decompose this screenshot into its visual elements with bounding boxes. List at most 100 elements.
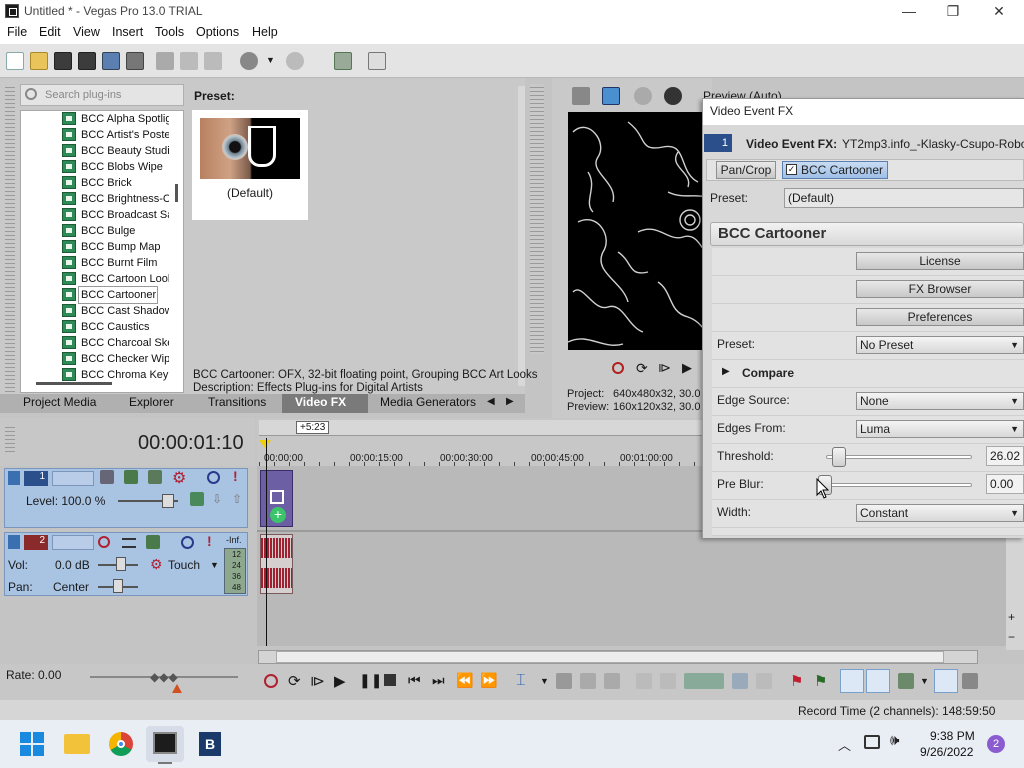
pause-button[interactable]: ❚❚ (359, 672, 382, 689)
plugin-item[interactable]: BCC Bulge (79, 223, 169, 239)
level-slider-thumb[interactable] (162, 494, 174, 508)
minimize-button[interactable]: — (886, 0, 932, 22)
pan-slider-thumb[interactable] (113, 579, 123, 593)
fx-enable-checkbox[interactable]: ✓ (786, 164, 797, 175)
automation-mode[interactable]: Touch (168, 558, 200, 572)
mute-icon[interactable] (207, 471, 220, 484)
menu-edit[interactable]: Edit (39, 25, 61, 39)
solo-icon[interactable]: ! (233, 468, 238, 484)
plugin-item[interactable]: BCC Caustics (79, 319, 169, 335)
plugin-item[interactable]: BCC Checker Wipe (79, 351, 169, 367)
license-button[interactable]: License (856, 252, 1024, 270)
plugin-item[interactable]: BCC Beauty Studio (79, 143, 169, 159)
redo-icon[interactable] (286, 52, 304, 70)
zoom-out-icon[interactable]: − (1008, 630, 1015, 644)
open-folder-icon[interactable] (30, 52, 48, 70)
tab-video-fx[interactable]: Video FX (295, 395, 346, 409)
whats-this-icon[interactable] (368, 52, 386, 70)
snap-icon[interactable] (962, 673, 978, 689)
arm-record-icon[interactable] (98, 536, 110, 548)
tab-project-media[interactable]: Project Media (23, 395, 96, 409)
tab-scroll-right-icon[interactable]: ▶ (506, 396, 514, 407)
plugin-item[interactable]: BCC Broadcast Sa (79, 207, 169, 223)
loop-marker-icon[interactable] (259, 440, 271, 448)
trim-start-end-icon[interactable] (684, 673, 724, 689)
tab-media-generators[interactable]: Media Generators (380, 395, 476, 409)
vfx-preset-select[interactable]: (Default) (784, 188, 1024, 208)
lock-envelopes-icon[interactable] (866, 669, 890, 693)
plugin-search-box[interactable]: Search plug-ins (20, 84, 184, 106)
plugin-item[interactable]: BCC Brightness-Co (79, 191, 169, 207)
previous-frame-button[interactable]: ⏪ (456, 672, 473, 689)
plugin-item[interactable]: BCC Cast Shadow (79, 303, 169, 319)
record-button[interactable] (264, 674, 278, 688)
go-to-start-button[interactable]: ⏮ (408, 672, 421, 689)
pre-blur-value[interactable]: 0.00 (986, 474, 1024, 494)
event-pan-crop-icon[interactable] (270, 490, 284, 504)
insert-marker-icon[interactable]: ⚑ (790, 672, 803, 690)
timeline-hscroll-thumb[interactable] (276, 651, 944, 663)
plugin-tree-scroll-thumb[interactable] (175, 184, 178, 202)
file-explorer-icon[interactable] (64, 734, 90, 754)
edit-tool-dropdown-icon[interactable]: ▼ (540, 676, 549, 686)
volume-icon[interactable]: 🕪 (890, 732, 899, 749)
paste-icon[interactable] (204, 52, 222, 70)
plugin-item[interactable]: BCC Cartooner (78, 286, 158, 304)
preview-properties-icon[interactable] (572, 87, 590, 105)
panel-grip[interactable] (5, 84, 15, 394)
volume-slider-thumb[interactable] (116, 557, 126, 571)
automation-dropdown-icon[interactable]: ▼ (210, 560, 219, 570)
stop-button[interactable] (384, 674, 396, 686)
enable-snapping-icon[interactable] (334, 52, 352, 70)
event-fx-icon[interactable]: + (270, 507, 286, 523)
split-icon[interactable] (732, 673, 748, 689)
delete-icon[interactable] (636, 673, 652, 689)
maximize-button[interactable]: ❐ (930, 0, 976, 22)
audio-track-name[interactable] (52, 535, 94, 550)
threshold-value[interactable]: 26.02 (986, 446, 1024, 466)
menu-help[interactable]: Help (252, 25, 278, 39)
plugin-item[interactable]: BCC Brick (79, 175, 169, 191)
menu-view[interactable]: View (73, 25, 100, 39)
plugin-item[interactable]: BCC Chroma Key (79, 367, 169, 383)
boris-fx-icon[interactable]: B (199, 732, 221, 756)
split-screen-icon[interactable] (664, 87, 682, 105)
automation-gear-icon[interactable]: ⚙ (150, 556, 163, 573)
event-grouping-icon[interactable] (934, 669, 958, 693)
save-as-icon[interactable] (78, 52, 96, 70)
audio-mute-icon[interactable] (181, 536, 194, 549)
vegas-taskbar-icon[interactable] (153, 732, 177, 754)
menu-tools[interactable]: Tools (155, 25, 184, 39)
preview-loop-icon[interactable]: ⟳ (636, 360, 648, 377)
parent-track-icon[interactable] (190, 492, 204, 506)
crossfade-icon[interactable] (898, 673, 914, 689)
timeline-grip[interactable] (5, 424, 15, 454)
inner-preset-select[interactable]: No Preset (856, 336, 1024, 354)
tab-explorer[interactable]: Explorer (129, 395, 174, 409)
zoom-tool-icon[interactable] (604, 673, 620, 689)
next-frame-button[interactable]: ⏩ (480, 672, 497, 689)
undo-icon[interactable] (240, 52, 258, 70)
audio-fx-icon[interactable] (146, 535, 160, 549)
menu-insert[interactable]: Insert (112, 25, 143, 39)
network-icon[interactable] (864, 735, 880, 749)
trim-icon[interactable] (660, 673, 676, 689)
selection-tool-icon[interactable] (580, 673, 596, 689)
chain-pan-crop[interactable]: Pan/Crop (716, 161, 776, 179)
edge-source-select[interactable]: None (856, 392, 1024, 410)
preset-scrollbar[interactable] (518, 86, 525, 386)
insert-region-icon[interactable]: ⚑ (814, 672, 827, 690)
menu-options[interactable]: Options (196, 25, 239, 39)
tab-transitions[interactable]: Transitions (208, 395, 266, 409)
plugin-tree-hscroll-thumb[interactable] (36, 382, 112, 385)
audio-track-collapse-icon[interactable] (8, 535, 20, 549)
go-to-end-button[interactable]: ⏭ (432, 672, 445, 689)
plugin-item[interactable]: BCC Burnt Film (79, 255, 169, 271)
make-child-icon[interactable]: ⇩ (212, 492, 222, 506)
threshold-slider-thumb[interactable] (832, 447, 847, 467)
envelope-tool-icon[interactable] (556, 673, 572, 689)
preferences-button[interactable]: Preferences (856, 308, 1024, 326)
notification-badge[interactable]: 2 (987, 735, 1005, 753)
undo-dropdown-icon[interactable]: ▼ (266, 55, 275, 65)
plugin-item[interactable]: BCC Bump Map (79, 239, 169, 255)
